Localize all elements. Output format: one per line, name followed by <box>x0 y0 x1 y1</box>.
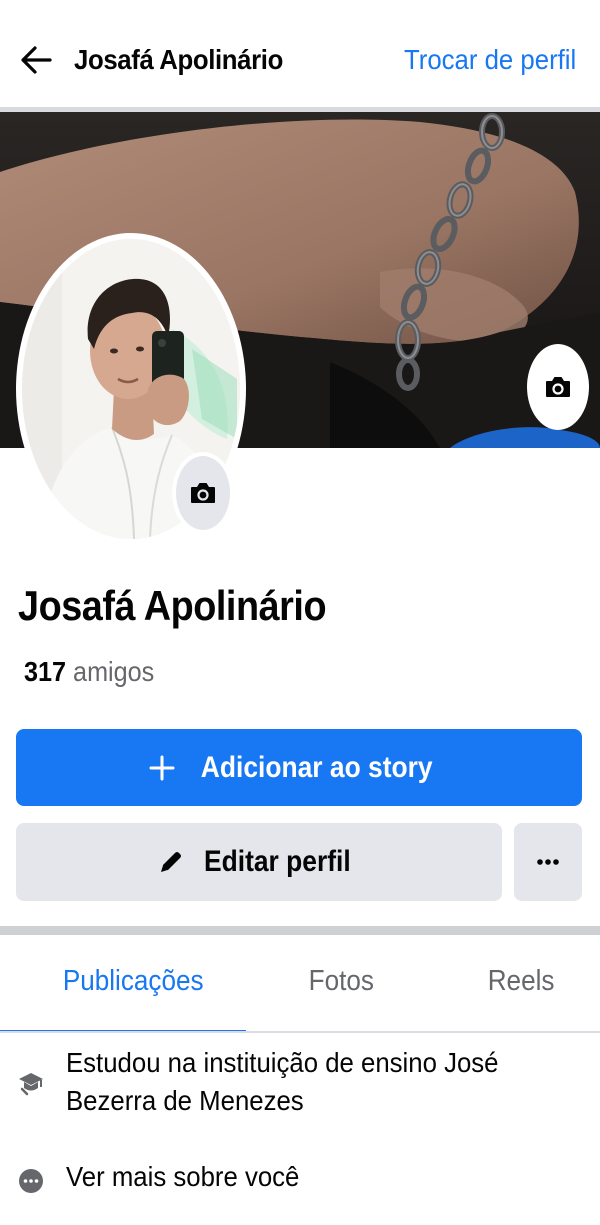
edit-profile-label: Editar perfil <box>203 845 351 878</box>
switch-profile-link[interactable]: Trocar de perfil <box>404 42 576 78</box>
arrow-left-icon <box>21 46 52 74</box>
tab-publicacoes[interactable]: Publicações <box>63 963 204 999</box>
more-circle-icon <box>18 1168 44 1194</box>
header-title: Josafá Apolinário <box>74 44 283 75</box>
tab-fotos[interactable]: Fotos <box>309 963 374 999</box>
friends-count-label: amigos <box>73 656 155 687</box>
add-story-button[interactable]: Adicionar ao story <box>16 729 582 806</box>
tabs-divider <box>0 1031 600 1033</box>
profile-name: Josafá Apolinário <box>18 582 327 629</box>
tab-reels[interactable]: Reels <box>488 963 555 999</box>
back-button[interactable] <box>14 38 58 82</box>
camera-icon <box>191 483 215 503</box>
section-divider <box>0 926 600 935</box>
education-text: Estudou na instituição de ensino José Be… <box>66 1047 499 1116</box>
profile-tabs: Publicações Fotos Reels <box>0 935 600 1033</box>
friends-count[interactable]: 317 amigos <box>24 654 154 690</box>
camera-icon <box>546 377 570 397</box>
more-dots-icon <box>537 859 559 865</box>
top-bar: Josafá Apolinário Trocar de perfil <box>0 0 600 108</box>
graduation-cap-icon <box>18 1070 44 1096</box>
more-options-button[interactable] <box>514 823 582 901</box>
plus-icon <box>149 755 175 780</box>
add-story-label: Adicionar ao story <box>201 750 433 784</box>
see-more-text: Ver mais sobre você <box>66 1161 300 1192</box>
friends-count-number: 317 <box>24 656 67 687</box>
edit-profile-button[interactable]: Editar perfil <box>16 823 502 901</box>
cover-photo-camera-button[interactable] <box>527 344 589 430</box>
profile-picture-camera-button[interactable] <box>172 452 234 534</box>
pencil-icon <box>160 852 181 872</box>
